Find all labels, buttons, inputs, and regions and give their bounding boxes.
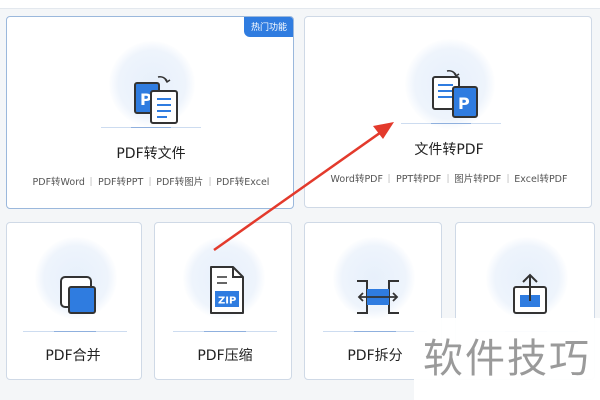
title-underline	[401, 123, 501, 124]
file-to-pdf-title: 文件转PDF	[414, 142, 484, 158]
excel-to-pdf-link[interactable]: Excel转PDF	[514, 171, 567, 185]
pdf-to-excel-link[interactable]: PDF转Excel	[216, 174, 269, 188]
link-separator	[90, 176, 92, 186]
zip-file-icon: ZIP	[210, 266, 244, 314]
zip-label: ZIP	[218, 296, 236, 307]
pdf-compress-title: PDF压缩	[197, 348, 253, 364]
pdf-to-image-link[interactable]: PDF转图片	[156, 174, 203, 188]
link-separator	[388, 173, 390, 183]
pdf-merge-title: PDF合并	[45, 348, 101, 364]
pdf-to-word-link[interactable]: PDF转Word	[33, 174, 85, 188]
file-to-pdf-icon: P	[432, 70, 478, 118]
pdf-to-file-title: PDF转文件	[116, 146, 186, 162]
file-to-pdf-links: Word转PDF PPT转PDF 图片转PDF Excel转PDF	[331, 171, 567, 185]
watermark-text: 软件技巧	[414, 318, 600, 400]
split-icon	[357, 280, 399, 314]
pdf-compress-card[interactable]: ZIP PDF压缩	[154, 222, 292, 380]
hot-feature-badge: 热门功能	[243, 17, 293, 37]
pdf-split-title: PDF拆分	[347, 348, 403, 364]
title-underline	[323, 331, 427, 332]
pdf-to-ppt-link[interactable]: PDF转PPT	[98, 174, 143, 188]
pdf-to-file-card[interactable]: 热门功能 P PDF转文件 PDF转Word PDF转PPT PDF转图片 PD…	[6, 16, 294, 209]
title-underline	[23, 331, 127, 332]
link-separator	[209, 176, 211, 186]
pdf-to-file-links: PDF转Word PDF转PPT PDF转图片 PDF转Excel	[33, 174, 269, 188]
file-to-pdf-card[interactable]: P 文件转PDF Word转PDF PPT转PDF 图片转PDF Excel转P…	[304, 16, 592, 208]
pdf-merge-card[interactable]: PDF合并	[6, 222, 142, 380]
link-separator	[149, 176, 151, 186]
svg-text:P: P	[458, 94, 470, 113]
title-underline	[173, 331, 277, 332]
image-to-pdf-link[interactable]: 图片转PDF	[454, 171, 501, 185]
share-export-icon	[513, 273, 547, 314]
link-separator	[447, 173, 449, 183]
link-separator	[507, 173, 509, 183]
word-to-pdf-link[interactable]: Word转PDF	[331, 171, 383, 185]
pdf-to-file-icon: P	[134, 76, 178, 124]
merge-icon	[60, 276, 96, 314]
top-divider	[0, 0, 600, 9]
ppt-to-pdf-link[interactable]: PPT转PDF	[396, 171, 441, 185]
title-underline	[101, 127, 201, 128]
